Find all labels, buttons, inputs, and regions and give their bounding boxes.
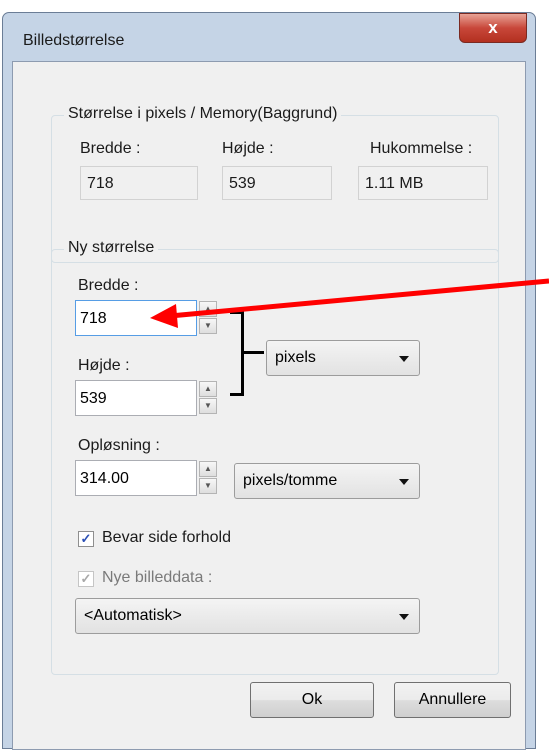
spin-down-arrow-icon[interactable]: ▼: [199, 478, 217, 494]
ok-button[interactable]: Ok: [250, 682, 374, 718]
spin-down-arrow-icon[interactable]: ▼: [199, 398, 217, 414]
current-width-label: Bredde :: [80, 140, 141, 157]
resample-value: <Automatisk>: [84, 607, 182, 624]
spin-down-arrow-icon[interactable]: ▼: [199, 318, 217, 334]
chevron-down-icon: [399, 614, 409, 620]
checkmark-icon: ✓: [80, 571, 92, 586]
resolution-spinner[interactable]: ▲ ▼: [198, 460, 218, 496]
window-title: Billedstørrelse: [23, 32, 125, 49]
new-height-spinner[interactable]: ▲ ▼: [198, 380, 218, 416]
link-bracket-tick: [244, 351, 264, 354]
current-width-value: 718: [80, 166, 198, 200]
link-bracket: [230, 311, 244, 396]
new-width-spinner[interactable]: ▲ ▼: [198, 300, 218, 336]
keep-aspect-checkbox[interactable]: ✓: [78, 531, 94, 547]
close-button[interactable]: x: [459, 13, 527, 43]
chevron-down-icon: [399, 479, 409, 485]
resolution-unit-dropdown[interactable]: pixels/tomme: [234, 463, 420, 499]
new-height-input[interactable]: 539: [75, 380, 197, 416]
size-unit-value: pixels: [275, 349, 316, 366]
title-bar[interactable]: Billedstørrelse x: [3, 13, 535, 61]
cancel-button[interactable]: Annullere: [394, 682, 511, 718]
current-size-legend: Størrelse i pixels / Memory(Baggrund): [64, 105, 342, 123]
new-image-data-checkbox[interactable]: ✓: [78, 571, 94, 587]
memory-value: 1.11 MB: [358, 166, 488, 200]
current-height-value: 539: [222, 166, 332, 200]
new-image-data-label: Nye billeddata :: [102, 569, 213, 586]
chevron-down-icon: [399, 356, 409, 362]
resample-dropdown[interactable]: <Automatisk>: [75, 598, 420, 634]
new-height-label: Højde :: [78, 357, 130, 374]
checkmark-icon: ✓: [80, 531, 92, 546]
keep-aspect-label[interactable]: Bevar side forhold: [102, 529, 231, 547]
resolution-unit-value: pixels/tomme: [243, 472, 338, 489]
size-unit-dropdown[interactable]: pixels: [266, 340, 420, 376]
new-size-legend: Ny størrelse: [64, 239, 159, 257]
spin-up-arrow-icon[interactable]: ▲: [199, 381, 217, 397]
resolution-input[interactable]: 314.00: [75, 460, 197, 496]
spin-up-arrow-icon[interactable]: ▲: [199, 301, 217, 317]
current-height-label: Højde :: [222, 140, 274, 157]
new-width-input[interactable]: 718: [75, 300, 197, 336]
spin-up-arrow-icon[interactable]: ▲: [199, 461, 217, 477]
resolution-label: Opløsning :: [78, 437, 160, 454]
new-width-label: Bredde :: [78, 277, 139, 294]
memory-label: Hukommelse :: [370, 140, 473, 157]
